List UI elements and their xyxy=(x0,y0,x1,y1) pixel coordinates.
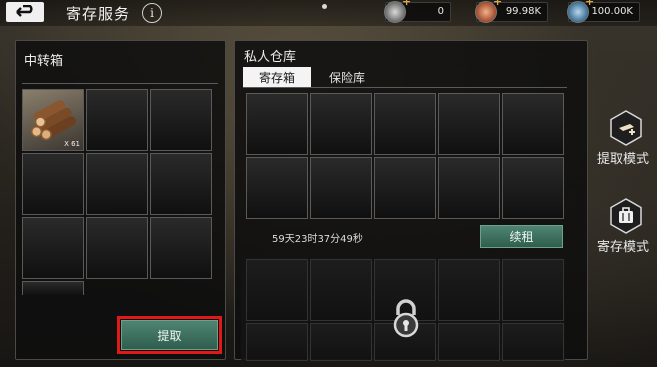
transfer-box-divider xyxy=(22,83,218,84)
gem-amount: 100.00K xyxy=(591,6,633,17)
back-button[interactable] xyxy=(6,2,44,22)
locked-slot xyxy=(438,323,500,361)
tab-vault[interactable]: 保险库 xyxy=(318,67,376,87)
warehouse-slot[interactable] xyxy=(438,157,500,219)
warehouse-slot[interactable] xyxy=(374,93,436,155)
withdraw-mode-label: 提取模式 xyxy=(597,152,650,167)
back-arrow-icon xyxy=(16,5,33,17)
top-bar: 寄存服务 i + 0 + 99.98K + 100.00K xyxy=(0,0,657,26)
deposit-mode-action[interactable]: 寄存模式 xyxy=(597,198,657,268)
locked-slot xyxy=(246,323,308,361)
renew-button[interactable]: 续租 xyxy=(480,225,563,248)
deposit-mode-icon xyxy=(610,198,642,234)
withdraw-mode-icon xyxy=(610,110,642,146)
inventory-slot[interactable] xyxy=(22,217,84,279)
rental-timer: 59天23时37分49秒 xyxy=(272,234,363,245)
add-silver-icon[interactable]: + xyxy=(402,0,411,8)
warehouse-slot[interactable] xyxy=(246,157,308,219)
inventory-slot[interactable] xyxy=(150,89,212,151)
warehouse-slot[interactable] xyxy=(246,93,308,155)
warehouse-slot[interactable] xyxy=(310,93,372,155)
dot-icon xyxy=(322,4,327,9)
inventory-slot-wood[interactable]: X 61 xyxy=(22,89,84,151)
inventory-slot[interactable] xyxy=(150,153,212,215)
withdraw-button-highlight xyxy=(117,316,222,354)
inventory-slot[interactable] xyxy=(22,281,84,295)
padlock-icon[interactable] xyxy=(391,298,421,338)
inventory-slot[interactable] xyxy=(86,89,148,151)
warehouse-slot[interactable] xyxy=(374,157,436,219)
locked-slot xyxy=(310,259,372,321)
warehouse-slot[interactable] xyxy=(502,157,564,219)
deposit-mode-label: 寄存模式 xyxy=(597,240,650,255)
warehouse-slot[interactable] xyxy=(502,93,564,155)
locked-slot xyxy=(310,323,372,361)
tab-storage-box[interactable]: 寄存箱 xyxy=(243,67,311,87)
currency-silver[interactable]: + 0 xyxy=(384,0,451,23)
info-icon[interactable]: i xyxy=(142,3,162,23)
locked-slot xyxy=(502,323,564,361)
currency-gem[interactable]: + 100.00K xyxy=(567,0,640,23)
locked-slot xyxy=(502,259,564,321)
inventory-slot[interactable] xyxy=(150,217,212,279)
warehouse-divider xyxy=(243,87,567,88)
inventory-slot[interactable] xyxy=(22,153,84,215)
warehouse-slot[interactable] xyxy=(438,93,500,155)
inventory-slot[interactable] xyxy=(86,217,148,279)
silver-amount: 0 xyxy=(437,6,444,17)
page-title: 寄存服务 xyxy=(66,5,131,23)
warehouse-slot[interactable] xyxy=(310,157,372,219)
inventory-slot[interactable] xyxy=(86,153,148,215)
add-copper-icon[interactable]: + xyxy=(493,0,502,8)
transfer-box-title: 中转箱 xyxy=(24,54,64,69)
private-warehouse-title: 私人仓库 xyxy=(244,50,297,65)
copper-amount: 99.98K xyxy=(505,6,541,17)
locked-slot xyxy=(246,259,308,321)
item-count: X 61 xyxy=(64,140,80,148)
currency-copper[interactable]: + 99.98K xyxy=(475,0,548,23)
locked-slot xyxy=(438,259,500,321)
withdraw-mode-action[interactable]: 提取模式 xyxy=(597,110,657,180)
